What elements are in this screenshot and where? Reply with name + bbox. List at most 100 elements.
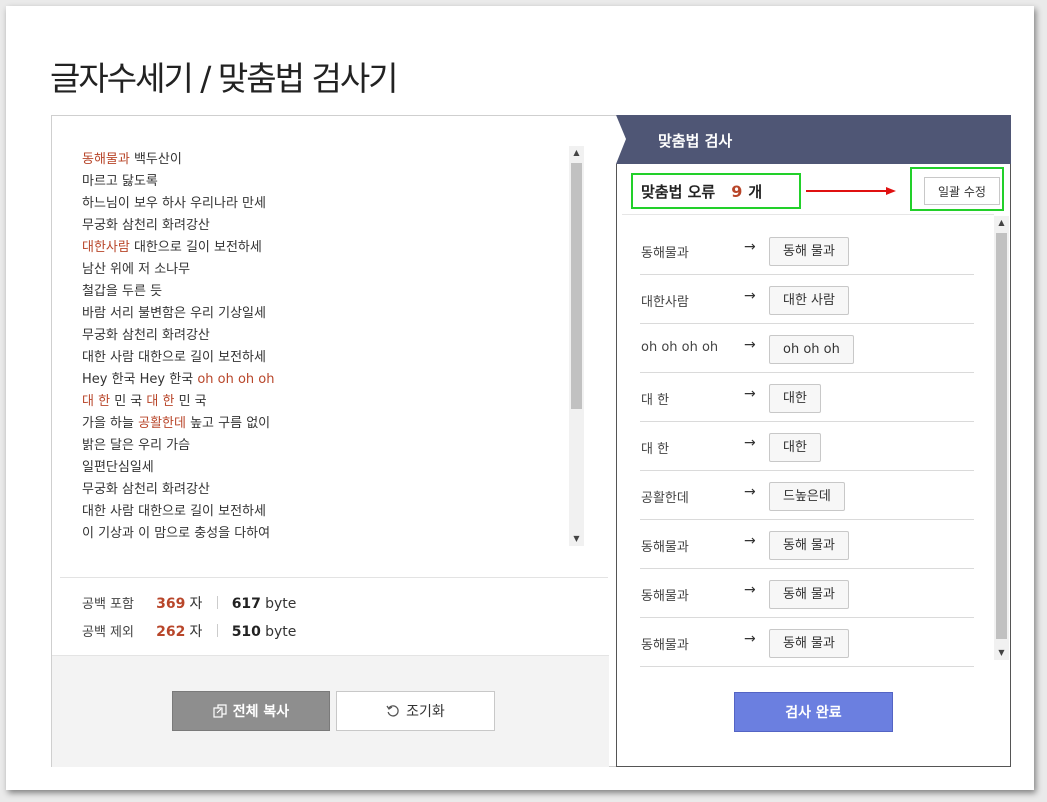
correction-row: 동해물과 → 동해 물과 (640, 618, 974, 667)
suggestion-button[interactable]: 동해 물과 (769, 629, 849, 658)
correction-row: 대 한 → 대한 (640, 422, 974, 471)
editor-line: 대한 사람 대한으로 길이 보전하세 (82, 347, 274, 369)
spellcheck-header: 맞춤법 검사 (616, 115, 1011, 164)
editor-line: 동해물과 백두산이 (82, 149, 274, 171)
scroll-up-arrow-icon[interactable]: ▲ (569, 146, 584, 160)
action-bar (52, 655, 609, 767)
copy-all-label: 전체 복사 (232, 704, 290, 720)
suggestion-button[interactable]: 대한 (769, 433, 821, 462)
stat-separator (216, 596, 218, 609)
editor-text-segment: 무궁화 삼천리 화려강산 (82, 482, 210, 497)
scroll-up-arrow-icon[interactable]: ▲ (994, 216, 1009, 230)
arrow-right-icon: → (744, 484, 756, 500)
suggestion-button[interactable]: 대한 (769, 384, 821, 413)
scroll-thumb[interactable] (571, 163, 582, 409)
spelling-error-text[interactable]: oh oh oh oh (197, 372, 274, 387)
editor-text-segment: 대한 사람 대한으로 길이 보전하세 (82, 350, 266, 365)
editor-text-segment: 바람 서리 불변함은 우리 기상일세 (82, 306, 266, 321)
refresh-icon (386, 705, 399, 717)
page-title: 글자수세기 / 맞춤법 검사기 (50, 59, 399, 99)
arrow-right-icon: → (744, 239, 756, 255)
editor-line: 대 한 민 국 대 한 민 국 (82, 391, 274, 413)
correction-row: 대 한 → 대한 (640, 373, 974, 422)
editor-text-segment: 이 기상과 이 맘으로 충성을 다하여 (82, 526, 271, 541)
editor-line: Hey 한국 Hey 한국 oh oh oh oh (82, 369, 274, 391)
original-word: 동해물과 (641, 246, 689, 261)
editor-line: 하느님이 보우 하사 우리나라 만세 (82, 193, 274, 215)
header-notch (616, 115, 626, 164)
arrow-right-icon: → (744, 337, 756, 353)
divider (622, 214, 994, 215)
editor-line: 대한 사람 대한으로 길이 보전하세 (82, 501, 274, 523)
original-word: 대한사람 (641, 295, 689, 310)
editor-text-segment: 민 국 (174, 394, 207, 409)
suggestion-button[interactable]: 동해 물과 (769, 531, 849, 560)
divider (60, 577, 608, 578)
editor-line: 밝은 달은 우리 가슴 (82, 435, 274, 457)
fix-all-button[interactable]: 일괄 수정 (924, 177, 1000, 205)
editor-text-segment: 철갑을 두른 듯 (82, 284, 163, 299)
editor-text-segment: 무궁화 삼천리 화려강산 (82, 328, 210, 343)
char-count-without-space: 262 (156, 624, 186, 640)
original-word: oh oh oh oh (641, 340, 719, 355)
original-word: 동해물과 (641, 589, 689, 604)
byte-count-with-space: 617 (231, 596, 261, 612)
editor-text-segment: 대한으로 길이 보전하세 (129, 240, 262, 255)
spelling-error-text[interactable]: 공활한데 (138, 416, 186, 431)
editor-text-segment: Hey 한국 Hey 한국 (82, 372, 198, 387)
error-summary: 맞춤법 오류 9개 (631, 173, 801, 209)
stat-label: 공백 제외 (82, 625, 134, 640)
editor-text-segment: 민 국 (110, 394, 147, 409)
stat-separator (216, 624, 218, 637)
arrow-right-icon: → (744, 288, 756, 304)
editor-text-segment: 마르고 닳도록 (82, 174, 158, 189)
editor-line: 무궁화 삼천리 화려강산 (82, 325, 274, 347)
arrow-right-icon: → (744, 435, 756, 451)
editor-text-segment: 일편단심일세 (82, 460, 154, 475)
suggestion-button[interactable]: 동해 물과 (769, 237, 849, 266)
spelling-error-text[interactable]: 대 한 (146, 394, 174, 409)
editor-text-segment: 하느님이 보우 하사 우리나라 만세 (82, 196, 266, 211)
copy-icon (213, 704, 227, 718)
char-unit: 자 (189, 596, 203, 612)
spelling-error-text[interactable]: 동해물과 (82, 152, 130, 167)
suggestion-button[interactable]: 드높은데 (769, 482, 845, 511)
check-complete-button[interactable]: 검사 완료 (734, 692, 893, 732)
reset-label: 조기화 (406, 704, 445, 720)
editor-line: 대한사람 대한으로 길이 보전하세 (82, 237, 274, 259)
error-unit: 개 (748, 182, 763, 201)
editor-text[interactable]: 동해물과 백두산이마르고 닳도록하느님이 보우 하사 우리나라 만세무궁화 삼천… (82, 149, 274, 545)
scroll-down-arrow-icon[interactable]: ▼ (994, 646, 1009, 660)
spelling-error-text[interactable]: 대 한 (82, 394, 110, 409)
editor-line: 무궁화 삼천리 화려강산 (82, 479, 274, 501)
editor-text-segment: 무궁화 삼천리 화려강산 (82, 218, 210, 233)
scroll-down-arrow-icon[interactable]: ▼ (569, 532, 584, 546)
suggestion-button[interactable]: oh oh oh (769, 335, 854, 364)
spellcheck-title: 맞춤법 검사 (658, 132, 733, 150)
stat-label: 공백 포함 (82, 597, 134, 612)
arrow-right-icon: → (744, 582, 756, 598)
text-editor[interactable]: 동해물과 백두산이마르고 닳도록하느님이 보우 하사 우리나라 만세무궁화 삼천… (52, 116, 609, 576)
original-word: 대 한 (641, 393, 670, 408)
original-word: 동해물과 (641, 638, 689, 653)
editor-scrollbar[interactable]: ▲ ▼ (569, 146, 584, 546)
scroll-thumb[interactable] (996, 233, 1007, 639)
error-label: 맞춤법 오류 (641, 182, 716, 201)
original-word: 공활한데 (641, 491, 689, 506)
reset-button[interactable]: 조기화 (336, 691, 495, 731)
suggestion-button[interactable]: 동해 물과 (769, 580, 849, 609)
editor-text-segment: 남산 위에 저 소나무 (82, 262, 191, 277)
editor-text-segment: 가을 하늘 (82, 416, 139, 431)
suggestion-button[interactable]: 대한 사람 (769, 286, 849, 315)
editor-line: 바람 서리 불변함은 우리 기상일세 (82, 303, 274, 325)
corrections-scrollbar[interactable]: ▲ ▼ (994, 216, 1009, 660)
editor-line: 마르고 닳도록 (82, 171, 274, 193)
editor-line: 무궁화 삼천리 화려강산 (82, 215, 274, 237)
editor-text-segment: 백두산이 (129, 152, 182, 167)
editor-line: 철갑을 두른 듯 (82, 281, 274, 303)
copy-all-button[interactable]: 전체 복사 (172, 691, 330, 731)
editor-text-segment: 밝은 달은 우리 가슴 (82, 438, 191, 453)
spelling-error-text[interactable]: 대한사람 (82, 240, 130, 255)
correction-row: 공활한데 → 드높은데 (640, 471, 974, 520)
original-word: 동해물과 (641, 540, 689, 555)
